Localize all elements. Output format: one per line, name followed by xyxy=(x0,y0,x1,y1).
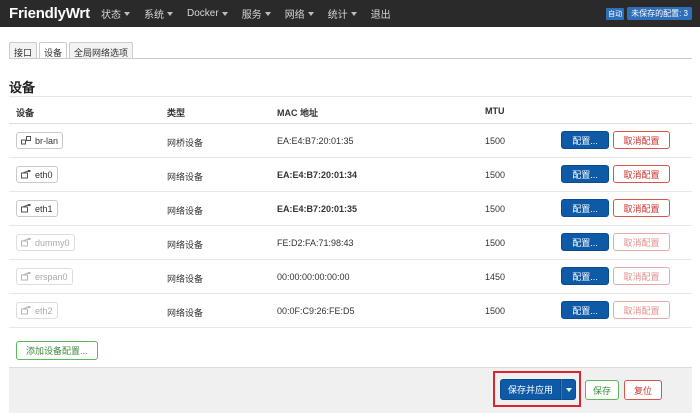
header-status: 自动 未保存的配置: 3 xyxy=(606,7,692,20)
mac-address: EA:E4:B7:20:01:35 xyxy=(277,204,358,214)
tab[interactable]: 设备 xyxy=(39,42,68,59)
table-row: dummy0 网络设备 FE:D2:FA:71:98:43 1500 配置... 取消配置 xyxy=(9,226,692,260)
unconfigure-button[interactable]: 取消配置 xyxy=(613,301,670,319)
menu-item[interactable]: 网络 xyxy=(285,6,314,21)
device-type: 网络设备 xyxy=(167,240,204,250)
save-apply-button[interactable]: 保存并应用 xyxy=(500,379,561,400)
mac-address: 00:00:00:00:00:00 xyxy=(277,272,350,282)
mtu-value: 1500 xyxy=(485,136,506,146)
unconfigure-button[interactable]: 取消配置 xyxy=(613,267,670,285)
chevron-down-icon xyxy=(350,11,357,16)
unsaved-changes-badge[interactable]: 未保存的配置: 3 xyxy=(627,7,692,20)
mac-address: FE:D2:FA:71:98:43 xyxy=(277,238,354,248)
device-name: eth2 xyxy=(35,305,53,316)
header-type: 类型 xyxy=(167,108,186,118)
table-row: eth1 网络设备 EA:E4:B7:20:01:35 1500 配置... 取消配置 xyxy=(9,192,692,226)
device-badge[interactable]: erspan0 xyxy=(16,268,73,285)
device-type: 网络设备 xyxy=(167,274,204,284)
table-row: eth2 网络设备 00:0F:C9:26:FE:D5 1500 配置... 取消配置 xyxy=(9,294,692,328)
menu-item[interactable]: 统计 xyxy=(328,6,357,21)
table-row: br-lan 网桥设备 EA:E4:B7:20:01:35 1500 配置... 取消配置 xyxy=(9,124,692,158)
device-badge[interactable]: eth2 xyxy=(16,302,58,319)
chevron-down-icon xyxy=(221,11,228,16)
add-device-config-button[interactable]: 添加设备配置... xyxy=(16,341,98,360)
menu-item-label: 状态 xyxy=(101,10,121,21)
device-badge[interactable]: dummy0 xyxy=(16,234,75,251)
auto-refresh-badge[interactable]: 自动 xyxy=(606,7,625,20)
chevron-down-icon xyxy=(124,11,130,16)
network-tabs: 接口 设备 全局网络选项 xyxy=(9,42,135,59)
device-name: dummy0 xyxy=(35,237,70,248)
device-badge[interactable]: br-lan xyxy=(16,132,64,149)
menu-item-label: 服务 xyxy=(241,10,262,21)
bridge-icon xyxy=(21,136,31,145)
reset-button[interactable]: 复位 xyxy=(624,380,662,400)
mtu-value: 1450 xyxy=(485,272,506,282)
unconfigure-button[interactable]: 取消配置 xyxy=(613,199,670,217)
configure-button[interactable]: 配置... xyxy=(561,267,609,285)
menu-item[interactable]: 系统 xyxy=(144,6,173,21)
configure-button[interactable]: 配置... xyxy=(561,131,609,149)
menu-item[interactable]: 服务 xyxy=(242,6,271,21)
device-name: eth1 xyxy=(35,203,53,214)
header-mtu: MTU xyxy=(485,106,505,116)
ethernet-icon xyxy=(21,170,31,179)
menu-item-label: 网络 xyxy=(284,10,305,21)
chevron-down-icon xyxy=(307,11,314,16)
menu-item-label: 退出 xyxy=(370,10,391,21)
table-row: erspan0 网络设备 00:00:00:00:00:00 1450 配置... 取消配… xyxy=(9,260,692,294)
device-table-header: 设备 类型 MAC 地址 MTU xyxy=(9,96,692,124)
device-badge[interactable]: eth1 xyxy=(16,200,58,217)
unconfigure-button[interactable]: 取消配置 xyxy=(613,131,670,149)
menu-item-label: Docker xyxy=(187,8,219,19)
header-mac: MAC 地址 xyxy=(277,108,318,118)
mtu-value: 1500 xyxy=(485,204,506,214)
device-type: 网络设备 xyxy=(167,206,204,216)
top-navbar: FriendlyWrt 状态 系统 Docker 服务 网络 统计 退出 自动 未保存的配置… xyxy=(0,0,700,27)
device-type: 网络设备 xyxy=(167,308,204,318)
tab[interactable]: 全局网络选项 xyxy=(69,42,134,58)
brand-logo[interactable]: FriendlyWrt xyxy=(9,5,101,22)
device-badge[interactable]: eth0 xyxy=(16,166,58,183)
device-type: 网络设备 xyxy=(167,172,204,182)
chevron-down-icon xyxy=(264,11,271,16)
configure-button[interactable]: 配置... xyxy=(561,301,609,319)
ethernet-icon xyxy=(21,306,31,315)
chevron-down-icon xyxy=(167,11,173,16)
configure-button[interactable]: 配置... xyxy=(561,199,609,217)
chevron-down-icon xyxy=(565,387,572,392)
unconfigure-button[interactable]: 取消配置 xyxy=(613,165,670,183)
save-apply-dropdown-toggle[interactable] xyxy=(561,379,576,400)
save-button[interactable]: 保存 xyxy=(585,380,619,400)
device-name: br-lan xyxy=(35,135,59,146)
tab[interactable]: 接口 xyxy=(9,42,38,58)
mac-address: EA:E4:B7:20:01:35 xyxy=(277,136,354,146)
section-title: 设备 xyxy=(9,80,36,95)
menu-item-label: 系统 xyxy=(144,10,164,21)
table-row: eth0 网络设备 EA:E4:B7:20:01:34 1500 配置... 取消配置 xyxy=(9,158,692,192)
configure-button[interactable]: 配置... xyxy=(561,233,609,251)
tab-divider xyxy=(9,58,692,59)
mac-address: 00:0F:C9:26:FE:D5 xyxy=(277,306,355,316)
mtu-value: 1500 xyxy=(485,170,506,180)
mac-address: EA:E4:B7:20:01:34 xyxy=(277,170,358,180)
menu-item[interactable]: Docker xyxy=(187,8,228,19)
device-name: erspan0 xyxy=(35,271,68,282)
ethernet-icon xyxy=(21,238,31,247)
menu-item[interactable]: 状态 xyxy=(101,6,130,21)
header-device: 设备 xyxy=(16,108,35,118)
menu-item-label: 统计 xyxy=(327,10,348,21)
unconfigure-button[interactable]: 取消配置 xyxy=(613,233,670,251)
ethernet-icon xyxy=(21,204,31,213)
device-type: 网桥设备 xyxy=(167,138,204,148)
main-menu: 状态 系统 Docker 服务 网络 统计 退出 xyxy=(101,6,405,21)
mtu-value: 1500 xyxy=(485,306,506,316)
mtu-value: 1500 xyxy=(485,238,506,248)
configure-button[interactable]: 配置... xyxy=(561,165,609,183)
device-name: eth0 xyxy=(35,169,53,180)
ethernet-icon xyxy=(21,272,31,281)
menu-item[interactable]: 退出 xyxy=(371,6,391,21)
